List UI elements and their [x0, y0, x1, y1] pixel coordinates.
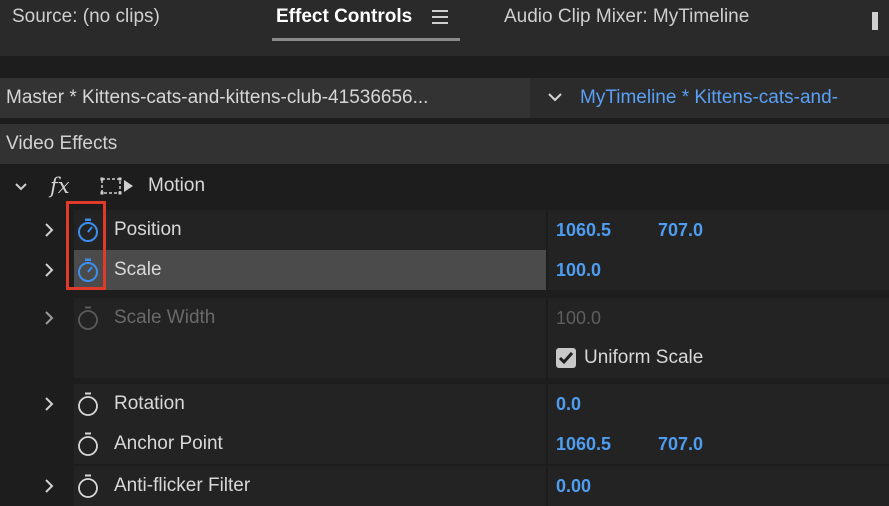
- uniform-scale-label[interactable]: Uniform Scale: [584, 338, 703, 378]
- stopwatch-icon[interactable]: [76, 432, 100, 456]
- clip-selector-bar: Master * Kittens-cats-and-kittens-club-4…: [0, 78, 889, 118]
- rotation-value[interactable]: 0.0: [556, 384, 581, 424]
- panel-tab-bar: Source: (no clips) Effect Controls Audio…: [0, 0, 889, 56]
- rotation-row: Rotation 0.0: [0, 384, 889, 424]
- scale-width-row: Scale Width 100.0: [0, 298, 889, 338]
- checkmark-icon: [558, 352, 574, 365]
- video-effects-header: Video Effects: [0, 124, 889, 164]
- rotation-label: Rotation: [114, 393, 185, 414]
- sequence-clip-label[interactable]: MyTimeline * Kittens-cats-and-: [580, 78, 838, 118]
- scale-width-label: Scale Width: [114, 307, 216, 328]
- tab-effect-controls[interactable]: Effect Controls: [276, 6, 412, 28]
- chevron-right-icon[interactable]: [42, 261, 56, 279]
- motion-effect-row[interactable]: fx Motion: [0, 166, 889, 206]
- anchor-point-label: Anchor Point: [114, 433, 223, 454]
- next-tab-edge[interactable]: [872, 12, 878, 30]
- position-label: Position: [114, 219, 182, 240]
- anchor-point-y-value[interactable]: 707.0: [658, 424, 703, 464]
- scale-width-value: 100.0: [556, 308, 602, 328]
- scale-row: Scale 100.0: [0, 250, 889, 290]
- tab-audio-clip-mixer[interactable]: Audio Clip Mixer: MyTimeline: [504, 6, 749, 28]
- stopwatch-icon: [78, 306, 98, 330]
- transform-icon[interactable]: [100, 176, 136, 196]
- annotation-highlight-box: [66, 201, 106, 290]
- chevron-right-icon[interactable]: [42, 309, 56, 327]
- position-y-value[interactable]: 707.0: [658, 210, 703, 250]
- position-row: Position 1060.5 707.0: [0, 210, 889, 250]
- active-tab-indicator: [272, 38, 460, 41]
- fx-icon[interactable]: fx: [50, 166, 70, 206]
- motion-label: Motion: [148, 175, 206, 196]
- stopwatch-icon[interactable]: [76, 392, 100, 416]
- chevron-right-icon[interactable]: [42, 221, 56, 239]
- anchor-point-x-value[interactable]: 1060.5: [556, 424, 611, 464]
- uniform-scale-checkbox[interactable]: [556, 348, 576, 368]
- chevron-right-icon[interactable]: [42, 477, 56, 495]
- stopwatch-icon[interactable]: [76, 474, 100, 498]
- anchor-point-row: Anchor Point 1060.5 707.0: [0, 424, 889, 464]
- master-clip-label[interactable]: Master * Kittens-cats-and-kittens-club-4…: [0, 78, 530, 118]
- anti-flicker-value[interactable]: 0.00: [556, 466, 591, 506]
- scale-label: Scale: [114, 259, 162, 280]
- tab-source[interactable]: Source: (no clips): [12, 6, 160, 28]
- position-x-value[interactable]: 1060.5: [556, 210, 611, 250]
- anti-flicker-label: Anti-flicker Filter: [114, 475, 251, 496]
- anti-flicker-row: Anti-flicker Filter 0.00: [0, 466, 889, 506]
- panel-menu-icon[interactable]: [432, 10, 448, 26]
- chevron-down-icon[interactable]: [546, 88, 564, 106]
- scale-value[interactable]: 100.0: [556, 250, 601, 290]
- chevron-down-icon[interactable]: [14, 178, 28, 196]
- chevron-right-icon[interactable]: [42, 395, 56, 413]
- uniform-scale-row: Uniform Scale: [0, 338, 889, 378]
